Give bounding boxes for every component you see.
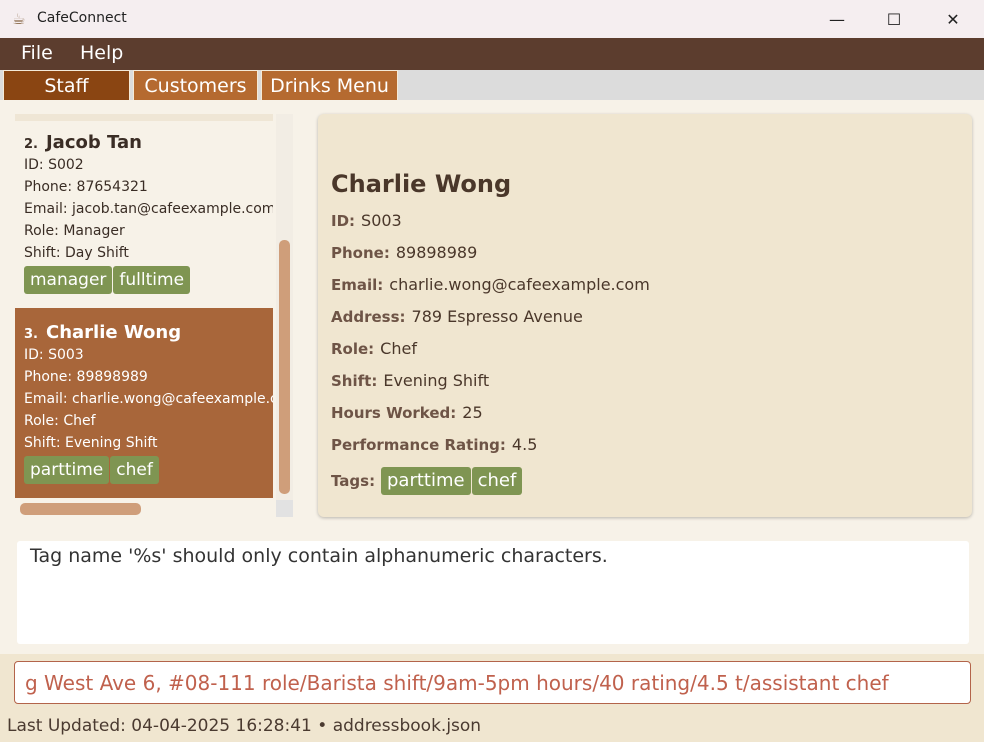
detail-value: Evening Shift <box>383 371 490 390</box>
detail-value: 25 <box>462 403 483 422</box>
minimize-button[interactable]: — <box>808 0 866 38</box>
tag-parttime: parttime <box>381 467 471 495</box>
card-name: Jacob Tan <box>45 132 142 153</box>
coffee-cup-icon: ☕ <box>12 10 26 28</box>
tag-chef: chef <box>471 467 523 495</box>
scroll-corner <box>276 500 293 517</box>
tag-fulltime: fulltime <box>113 266 191 294</box>
detail-phone-row: Phone: 89898989 <box>331 243 477 262</box>
card-id: ID: S003 <box>24 347 84 363</box>
detail-address-row: Address: 789 Espresso Avenue <box>331 307 583 326</box>
tab-drinks-menu[interactable]: Drinks Menu <box>261 70 398 100</box>
detail-role-row: Role: Chef <box>331 339 417 358</box>
detail-label: Shift: <box>331 372 378 390</box>
result-display[interactable]: Tag name '%s' should only contain alphan… <box>17 541 969 644</box>
detail-email-row: Email: charlie.wong@cafeexample.com <box>331 275 650 294</box>
tab-bar: Staff Customers Drinks Menu <box>0 70 984 100</box>
staff-card-charlie-wong[interactable]: 3. Charlie Wong ID: S003 Phone: 89898989… <box>15 308 273 498</box>
detail-label: Hours Worked: <box>331 404 457 422</box>
detail-shift-row: Shift: Evening Shift <box>331 371 489 390</box>
card-email: Email: jacob.tan@cafeexample.com <box>24 201 273 217</box>
close-button[interactable]: ✕ <box>924 0 982 38</box>
detail-tags: parttime chef <box>381 467 523 495</box>
detail-id-row: ID: S003 <box>331 211 402 230</box>
detail-value: charlie.wong@cafeexample.com <box>389 275 650 294</box>
card-index: 2. <box>24 137 38 152</box>
result-message: Tag name '%s' should only contain alphan… <box>30 545 608 567</box>
detail-rating-row: Performance Rating: 4.5 <box>331 435 537 454</box>
card-email: Email: charlie.wong@cafeexample.com <box>24 391 273 407</box>
detail-value: 789 Espresso Avenue <box>411 307 583 326</box>
menu-bar: File Help <box>0 38 984 70</box>
maximize-button[interactable]: ☐ <box>865 0 923 38</box>
card-role: Role: Manager <box>24 223 125 239</box>
staff-card-jacob-tan[interactable]: 2. Jacob Tan ID: S002 Phone: 87654321 Em… <box>15 132 273 294</box>
tab-customers[interactable]: Customers <box>133 70 258 100</box>
detail-hours-row: Hours Worked: 25 <box>331 403 483 422</box>
card-index: 3. <box>24 327 38 342</box>
detail-label: Role: <box>331 340 375 358</box>
detail-label: Phone: <box>331 244 390 262</box>
detail-label: Performance Rating: <box>331 436 506 454</box>
list-horizontal-scroll-thumb[interactable] <box>20 503 141 515</box>
tag-manager: manager <box>24 266 113 294</box>
list-vertical-scroll-thumb[interactable] <box>279 240 290 494</box>
tag-parttime: parttime <box>24 456 110 484</box>
staff-detail-panel: Charlie Wong ID: S003 Phone: 89898989 Emai… <box>318 114 972 517</box>
status-text: Last Updated: 04-04-2025 16:28:41 • addr… <box>7 716 482 736</box>
detail-label: Email: <box>331 276 384 294</box>
status-bar: Last Updated: 04-04-2025 16:28:41 • addr… <box>0 712 984 742</box>
window-title: CafeConnect <box>37 10 127 26</box>
card-phone: Phone: 89898989 <box>24 369 148 385</box>
detail-value: Chef <box>380 339 417 358</box>
detail-value: 89898989 <box>395 243 478 262</box>
card-role: Role: Chef <box>24 413 96 429</box>
detail-label: Address: <box>331 308 406 326</box>
list-card-edge <box>15 114 273 121</box>
menu-file[interactable]: File <box>21 42 53 64</box>
detail-label: ID: <box>331 212 356 230</box>
command-input[interactable] <box>14 661 971 704</box>
detail-tags-label: Tags: <box>331 472 376 490</box>
tag-chef: chef <box>110 456 159 484</box>
card-name: Charlie Wong <box>45 322 182 343</box>
card-phone: Phone: 87654321 <box>24 179 148 195</box>
menu-help[interactable]: Help <box>80 42 123 64</box>
detail-value: S003 <box>361 211 402 230</box>
tab-staff[interactable]: Staff <box>3 70 130 100</box>
detail-value: 4.5 <box>511 435 538 454</box>
staff-list[interactable]: 2. Jacob Tan ID: S002 Phone: 87654321 Em… <box>15 114 273 502</box>
card-id: ID: S002 <box>24 157 84 173</box>
card-shift: Shift: Day Shift <box>24 245 129 261</box>
card-shift: Shift: Evening Shift <box>24 435 158 451</box>
detail-name: Charlie Wong <box>331 170 512 198</box>
title-bar: ☕ CafeConnect — ☐ ✕ <box>0 0 984 38</box>
